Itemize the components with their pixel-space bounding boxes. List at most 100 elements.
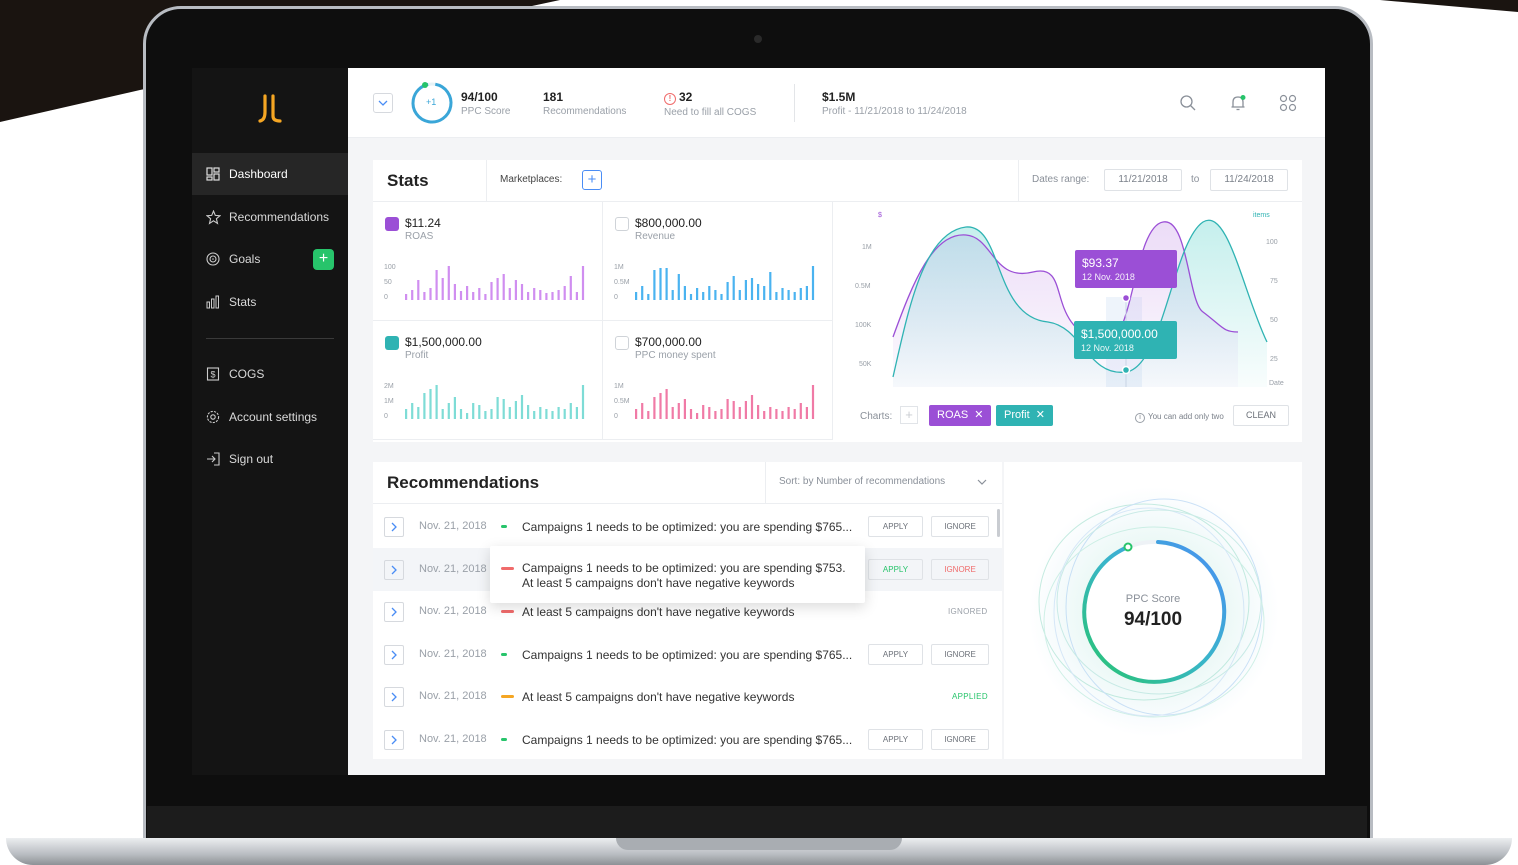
collapse-toggle[interactable] (373, 93, 393, 113)
sidebar-item-account-settings[interactable]: Account settings (192, 396, 348, 438)
row-date: Nov. 21, 2018 (419, 520, 487, 532)
roas-point[interactable] (1121, 293, 1131, 303)
row-date: Nov. 21, 2018 (419, 605, 487, 618)
bar (775, 409, 778, 419)
bar (520, 395, 524, 419)
bar (805, 286, 808, 300)
sidebar-item-dashboard[interactable]: Dashboard (192, 153, 348, 195)
series-checkbox[interactable] (615, 336, 629, 350)
expand-button[interactable] (384, 687, 404, 708)
recommendation-row[interactable]: Nov. 21, 2018 Campaigns 1 needs to be opt… (373, 505, 1002, 548)
close-icon[interactable]: ✕ (1036, 409, 1045, 421)
sidebar-item-sign-out[interactable]: Sign out (192, 438, 348, 480)
expand-button[interactable] (384, 644, 404, 665)
dashboard-icon (205, 166, 221, 182)
bar (744, 280, 747, 300)
ignore-button[interactable]: IGNORE (931, 729, 989, 750)
expand-button[interactable] (384, 602, 404, 623)
recommendations-stat[interactable]: 181 Recommendations (543, 90, 626, 117)
roas-chip[interactable]: ROAS ✕ (929, 405, 992, 426)
bar (423, 393, 426, 419)
apply-button[interactable]: APPLY (868, 516, 923, 537)
ignore-button[interactable]: IGNORE (931, 558, 989, 580)
apps-grid-icon[interactable] (1279, 94, 1297, 112)
profit-chip[interactable]: Profit ✕ (996, 405, 1053, 426)
bar (696, 413, 699, 419)
expand-button[interactable] (384, 559, 404, 580)
topbar-divider (794, 84, 795, 122)
bar (502, 274, 505, 300)
ignore-button[interactable]: IGNORE (931, 643, 989, 665)
bar (726, 282, 729, 300)
series-checkbox[interactable] (615, 217, 629, 231)
topbar: +1 94/100 PPC Score 181 Recommendations … (348, 68, 1325, 138)
logo-icon[interactable] (258, 94, 282, 124)
bar (647, 411, 650, 419)
apply-button[interactable]: APPLY (868, 558, 923, 580)
recommendation-row[interactable]: Nov. 21, 2018 Campaigns 1 needs to be opt… (373, 633, 1002, 676)
ignore-button[interactable]: IGNORE (931, 516, 989, 537)
stats-title: Stats (387, 171, 429, 190)
bar (527, 292, 530, 300)
score-delta: +1 (426, 97, 437, 107)
bar (757, 405, 760, 419)
bar (781, 411, 784, 419)
add-goal-button[interactable]: + (313, 249, 334, 270)
mini-bars (635, 385, 815, 419)
profit-stat: $1.5M Profit - 11/21/2018 to 11/24/2018 (822, 90, 967, 117)
priority-dash (501, 567, 514, 570)
bar (689, 409, 693, 419)
expand-button[interactable] (384, 517, 404, 537)
row-date: Nov. 21, 2018 (419, 562, 487, 575)
date-from-input[interactable]: 11/21/2018 (1104, 169, 1182, 191)
bar (459, 409, 463, 419)
bar (708, 286, 711, 300)
bar (581, 266, 585, 300)
apply-button[interactable]: APPLY (868, 729, 923, 750)
row-text: Campaigns 1 needs to be optimized: you a… (522, 520, 853, 534)
search-icon[interactable] (1179, 94, 1197, 112)
profit-point[interactable] (1121, 365, 1131, 375)
bar (496, 397, 499, 419)
sidebar-item-label: Dashboard (229, 167, 288, 181)
cogs-stat[interactable]: ! 32 Need to fill all COGS (664, 90, 756, 118)
series-checkbox[interactable] (385, 336, 427, 408)
apply-button[interactable]: APPLY (868, 643, 923, 665)
bar (665, 268, 668, 300)
add-chart-button[interactable]: + (900, 406, 918, 424)
sort-dropdown[interactable]: Sort: by Number of recommendations (779, 476, 945, 487)
bar (478, 288, 481, 300)
metric-value: $800,000.00 (635, 216, 702, 230)
bar (647, 294, 650, 300)
app-screen: Dashboard Recommendations Goals + Stats (192, 68, 1325, 775)
chevron-right-icon (391, 565, 397, 575)
sidebar-item-label: Stats (229, 295, 257, 309)
scrollbar[interactable] (997, 509, 1000, 537)
bar (635, 409, 638, 419)
bar (569, 276, 572, 300)
series-checkbox[interactable] (385, 217, 427, 289)
sidebar-item-recommendations[interactable]: Recommendations (192, 196, 348, 238)
clean-button[interactable]: CLEAN (1233, 405, 1289, 426)
close-icon[interactable]: ✕ (974, 409, 983, 421)
row-date: Nov. 21, 2018 (419, 690, 487, 703)
sidebar-item-cogs[interactable]: $ COGS (192, 353, 348, 395)
roas-tooltip: $93.37 12 Nov. 2018 (1075, 250, 1177, 288)
expand-button[interactable] (384, 730, 404, 750)
bell-icon[interactable] (1229, 94, 1247, 112)
stats-card: Stats Marketplaces: + Dates range: 11/21… (373, 160, 1302, 442)
bar (514, 401, 517, 419)
popup-line: Campaigns 1 needs to be optimized: you a… (522, 561, 846, 575)
add-marketplace-button[interactable]: + (582, 170, 602, 190)
stage: Dashboard Recommendations Goals + Stats (0, 0, 1518, 865)
recommendation-row[interactable]: Nov. 21, 2018 Campaigns 1 needs to be opt… (373, 718, 1002, 759)
date-to-input[interactable]: 11/24/2018 (1210, 169, 1288, 191)
priority-dash (501, 610, 514, 614)
chevron-down-icon[interactable] (977, 475, 987, 489)
bar (671, 407, 674, 419)
bar (557, 407, 560, 419)
sidebar-item-stats[interactable]: Stats (192, 281, 348, 323)
bar (787, 290, 790, 300)
recommendation-row[interactable]: Nov. 21, 2018 At least 5 campaigns don't … (373, 675, 1002, 718)
priority-dash (501, 525, 507, 528)
